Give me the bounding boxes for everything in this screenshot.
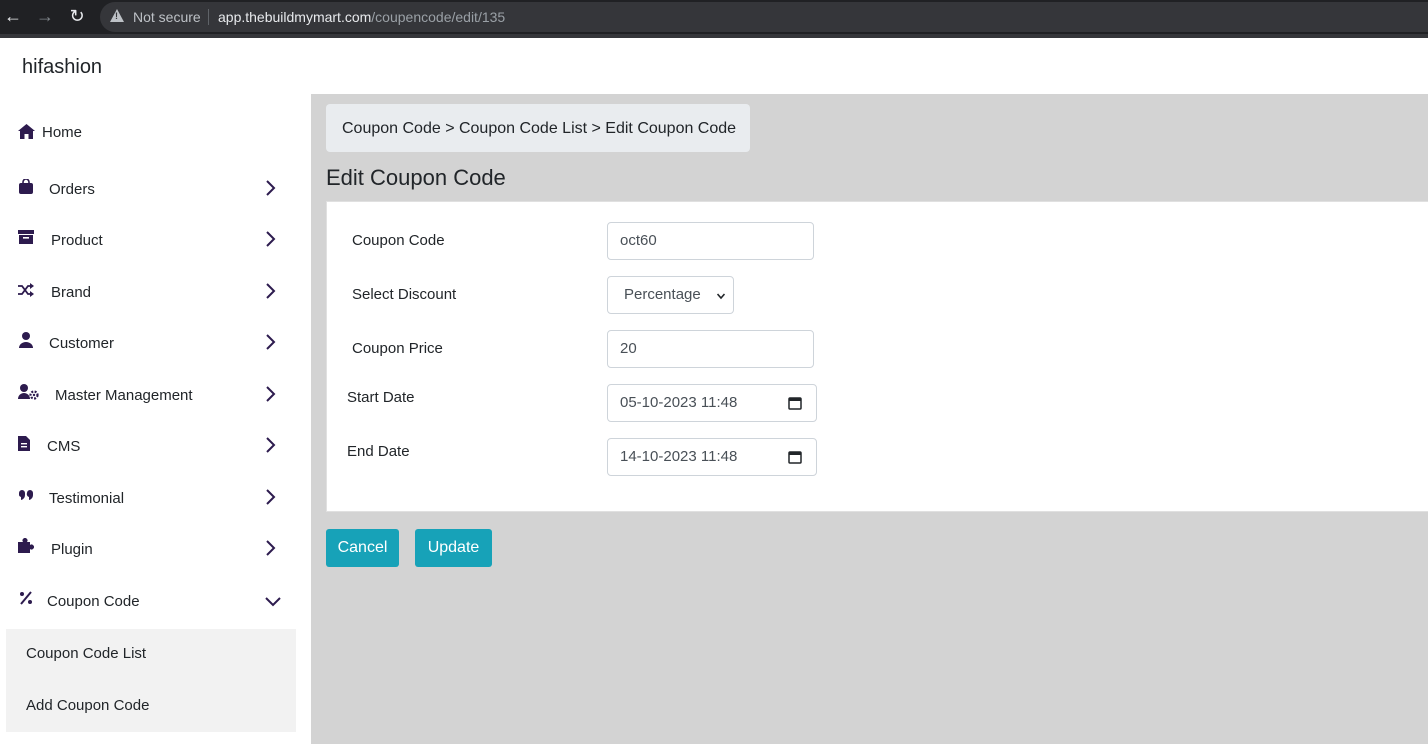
- sidebar-item-label: CMS: [47, 438, 81, 455]
- update-button[interactable]: Update: [415, 529, 492, 567]
- chevron-right-icon: [266, 540, 276, 556]
- browser-toolbar: ← → ↻ Not secure app.thebuildmymart.com/…: [0, 0, 1428, 34]
- cancel-button[interactable]: Cancel: [326, 529, 399, 567]
- coupon-code-submenu: Coupon Code List Add Coupon Code: [6, 629, 296, 732]
- document-icon: [15, 434, 33, 452]
- chevron-right-icon: [266, 489, 276, 505]
- archive-box-icon: [17, 228, 35, 246]
- end-date-value: 14-10-2023 11:48: [620, 448, 738, 465]
- chevron-down-icon: [265, 597, 281, 607]
- address-divider: [208, 9, 209, 25]
- sidebar-item-label: Brand: [51, 284, 92, 301]
- shopping-bag-icon: [17, 177, 35, 195]
- breadcrumb[interactable]: Coupon Code > Coupon Code List > Edit Co…: [326, 104, 750, 152]
- chevron-down-icon: [717, 293, 725, 300]
- percent-icon: [17, 589, 35, 607]
- forward-arrow-icon[interactable]: →: [34, 5, 56, 27]
- top-navbar: hifashion: [0, 38, 1428, 94]
- submenu-item-add-coupon-code[interactable]: Add Coupon Code: [26, 697, 149, 714]
- sidebar-item-product[interactable]: Product: [0, 220, 311, 260]
- start-date-label: Start Date: [347, 389, 415, 406]
- coupon-code-input[interactable]: oct60: [607, 222, 814, 260]
- chevron-right-icon: [266, 231, 276, 247]
- sidebar-item-testimonial[interactable]: Testimonial: [0, 478, 311, 518]
- security-status: Not secure: [133, 9, 201, 25]
- sidebar-item-label: Testimonial: [49, 490, 125, 507]
- sidebar-item-label: Home: [42, 124, 83, 141]
- home-icon: [17, 122, 35, 140]
- end-date-label: End Date: [347, 443, 410, 460]
- edit-coupon-form: Coupon Code oct60 Select Discount Percen…: [326, 201, 1428, 512]
- sidebar-item-master-management[interactable]: Master Management: [0, 375, 311, 415]
- coupon-price-label: Coupon Price: [352, 340, 443, 357]
- back-arrow-icon[interactable]: ←: [2, 5, 24, 27]
- sidebar-item-cms[interactable]: CMS: [0, 426, 311, 466]
- shuffle-icon: [17, 281, 35, 299]
- chevron-right-icon: [266, 386, 276, 402]
- chevron-right-icon: [266, 437, 276, 453]
- chevron-right-icon: [266, 283, 276, 299]
- end-date-input[interactable]: 14-10-2023 11:48: [607, 438, 817, 476]
- chevron-right-icon: [266, 334, 276, 350]
- coupon-code-label: Coupon Code: [352, 232, 445, 249]
- sidebar-item-label: Plugin: [51, 541, 93, 558]
- start-date-input[interactable]: 05-10-2023 11:48: [607, 384, 817, 422]
- discount-type-select[interactable]: Percentage: [607, 276, 734, 314]
- discount-type-label: Select Discount: [352, 286, 457, 303]
- start-date-value: 05-10-2023 11:48: [620, 394, 738, 411]
- url-path: /coupencode/edit/135: [371, 9, 506, 25]
- brand-logo-text[interactable]: hifashion: [22, 56, 102, 79]
- sidebar-item-label: Product: [51, 232, 103, 249]
- address-bar[interactable]: Not secure app.thebuildmymart.com/coupen…: [100, 2, 1428, 32]
- discount-type-value: Percentage: [624, 286, 701, 303]
- sidebar-item-home[interactable]: Home: [0, 112, 311, 152]
- reload-icon[interactable]: ↻: [66, 5, 88, 27]
- sidebar-item-label: Master Management: [55, 387, 193, 404]
- chevron-right-icon: [266, 180, 276, 196]
- sidebar-item-brand[interactable]: Brand: [0, 272, 311, 312]
- submenu-item-coupon-code-list[interactable]: Coupon Code List: [26, 645, 146, 662]
- sidebar-item-label: Customer: [49, 335, 115, 352]
- sidebar-item-coupon-code[interactable]: Coupon Code: [0, 581, 311, 621]
- calendar-icon[interactable]: [788, 450, 802, 464]
- sidebar-item-customer[interactable]: Customer: [0, 323, 311, 363]
- url-text: app.thebuildmymart.com/coupencode/edit/1…: [218, 9, 505, 25]
- warning-icon: [110, 9, 124, 22]
- puzzle-icon: [17, 537, 35, 555]
- user-icon: [17, 331, 35, 349]
- quote-icon: [17, 486, 35, 504]
- sidebar-item-plugin[interactable]: Plugin: [0, 529, 311, 569]
- page-title: Edit Coupon Code: [326, 165, 506, 190]
- sidebar: Home Orders Product Brand Customer Maste…: [0, 94, 311, 744]
- user-gear-icon: [17, 383, 39, 401]
- url-host: app.thebuildmymart.com: [218, 9, 372, 25]
- coupon-price-input[interactable]: 20: [607, 330, 814, 368]
- sidebar-item-orders[interactable]: Orders: [0, 169, 311, 209]
- sidebar-item-label: Orders: [49, 181, 95, 198]
- sidebar-item-label: Coupon Code: [47, 593, 140, 610]
- calendar-icon[interactable]: [788, 396, 802, 410]
